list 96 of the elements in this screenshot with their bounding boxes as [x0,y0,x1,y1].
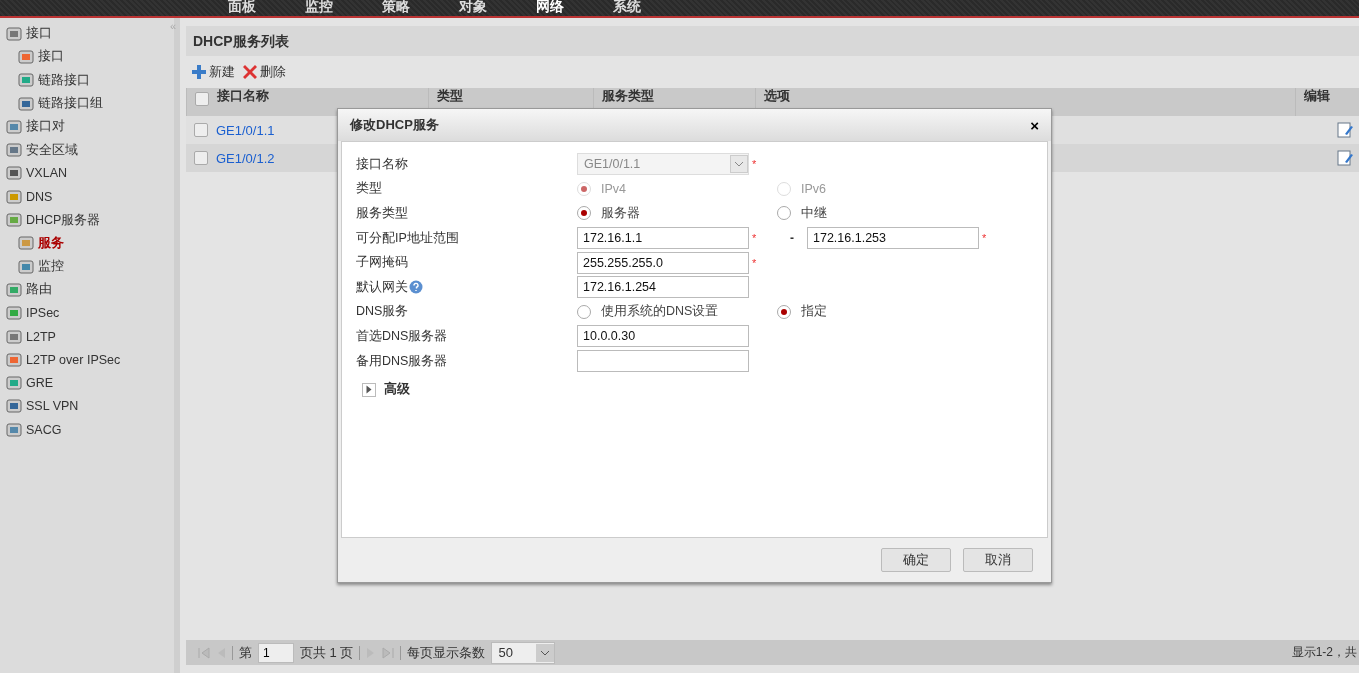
sidebar-item[interactable]: DHCP服务器 [6,208,101,232]
sidebar-item[interactable]: 安全区域 [6,138,78,162]
edit-icon[interactable] [1337,122,1353,138]
sidebar-item[interactable]: IPSec [6,301,60,325]
radio-button[interactable] [777,304,791,319]
required-mark: * [982,232,987,245]
sidebar-item[interactable]: 接口对 [6,115,65,139]
input-field[interactable]: 172.16.1.1 [577,227,749,250]
field-label: 可分配IP地址范围 [356,229,460,247]
sidebar-item[interactable]: DNS [6,185,53,209]
column-title: 接口名称 [217,88,269,103]
caret-icon [536,643,555,662]
per-page-select[interactable]: 50 [491,641,556,664]
sidebar-item[interactable]: L2TP [6,324,56,349]
caret-icon [362,382,376,397]
input-field[interactable]: 172.16.1.253 [807,227,979,250]
radio-option[interactable]: 指定 [777,303,997,321]
item-icon [6,188,22,205]
radio-button[interactable] [577,304,591,319]
item-icon [6,165,22,182]
field-label: 类型 [356,180,383,198]
input-field[interactable]: 10.0.0.30 [577,325,749,348]
field-label: 首选DNS服务器 [356,327,449,345]
item-icon [6,142,22,159]
sidebar-item[interactable]: 路由 [6,278,52,302]
item-icon [6,398,22,415]
close-icon [243,65,257,79]
item-icon [18,72,34,89]
help-icon[interactable] [409,280,423,295]
page-field[interactable]: 1 [258,642,294,663]
first-page-icon[interactable] [198,646,210,659]
panel-title: DHCP服务列表 [186,26,1359,56]
interface-link[interactable]: GE1/0/1.2 [216,150,275,166]
item-icon [18,95,34,112]
item-icon [6,118,22,135]
column-header: 编辑 [1295,88,1359,116]
sidebar-item[interactable]: 接口 [6,22,52,46]
item-icon [6,305,22,322]
interface-link[interactable]: GE1/0/1.1 [216,122,275,138]
record-summary: 显示1-2，共 [1291,644,1357,661]
per-page-label: 每页显示条数 [407,643,486,662]
item-icon [6,25,22,42]
required-mark: * [752,232,757,245]
item-icon [6,281,22,298]
sidebar-item[interactable]: 链路接口组 [6,91,103,116]
item-icon [18,258,34,275]
new-button[interactable]: 新建 [192,63,235,81]
input-field[interactable] [577,350,749,373]
required-mark: * [752,158,757,171]
radio-option[interactable]: 使用系统的DNS设置 [577,303,777,321]
input-field[interactable]: 255.255.255.0 [577,251,749,274]
last-page-icon[interactable] [382,646,395,659]
item-icon [6,351,22,368]
ok-button[interactable]: 确定 [881,548,951,572]
radio-button[interactable] [577,206,591,221]
field-label: 备用DNS服务器 [356,352,449,370]
radio-option[interactable]: 中继 [777,205,997,222]
page-count: 页共 1 页 [300,643,354,662]
field-label: 子网掩码 [356,254,409,272]
sidebar-item[interactable]: 监控 [6,254,64,279]
select-all-checkbox[interactable] [195,92,209,106]
row-checkbox[interactable] [194,123,208,137]
field-label: DNS服务 [356,303,410,321]
item-icon [6,421,22,438]
item-icon [18,48,34,65]
sidebar-item[interactable]: SACG [6,418,62,442]
radio-button[interactable] [777,206,791,221]
range-separator: - [789,231,795,246]
sidebar-item[interactable]: GRE [6,371,54,395]
caret-icon [730,155,748,174]
page-label: 第 [239,643,252,662]
input-field[interactable]: 172.16.1.254 [577,276,749,299]
sidebar-item[interactable]: SSL VPN [6,394,79,419]
sidebar-item[interactable]: VXLAN [6,161,67,186]
advanced-toggle[interactable]: 高级 [362,381,1047,399]
delete-button[interactable]: 删除 [243,63,286,81]
sidebar-item[interactable]: 服务 [6,231,64,255]
sidebar-item[interactable]: L2TP over IPSec [6,348,121,372]
item-icon [18,235,34,252]
radio-option[interactable]: 服务器 [577,205,777,222]
field-label: 默认网关 [356,278,577,296]
field-label: 服务类型 [356,205,409,222]
interface-select: GE1/0/1.1 [577,153,749,176]
close-button[interactable]: × [1030,116,1039,134]
dialog-title: 修改DHCP服务 [350,116,439,134]
sidebar-item[interactable]: 接口 [6,45,64,69]
plus-icon [192,65,206,79]
item-icon [6,375,22,392]
edit-icon[interactable] [1337,150,1353,166]
field-label: 接口名称 [356,155,409,173]
sidebar-item[interactable]: 链路接口 [6,68,90,92]
row-checkbox[interactable] [194,151,208,165]
cancel-button[interactable]: 取消 [963,548,1033,572]
required-mark: * [752,256,757,269]
item-icon [6,212,22,228]
item-icon [6,328,22,345]
